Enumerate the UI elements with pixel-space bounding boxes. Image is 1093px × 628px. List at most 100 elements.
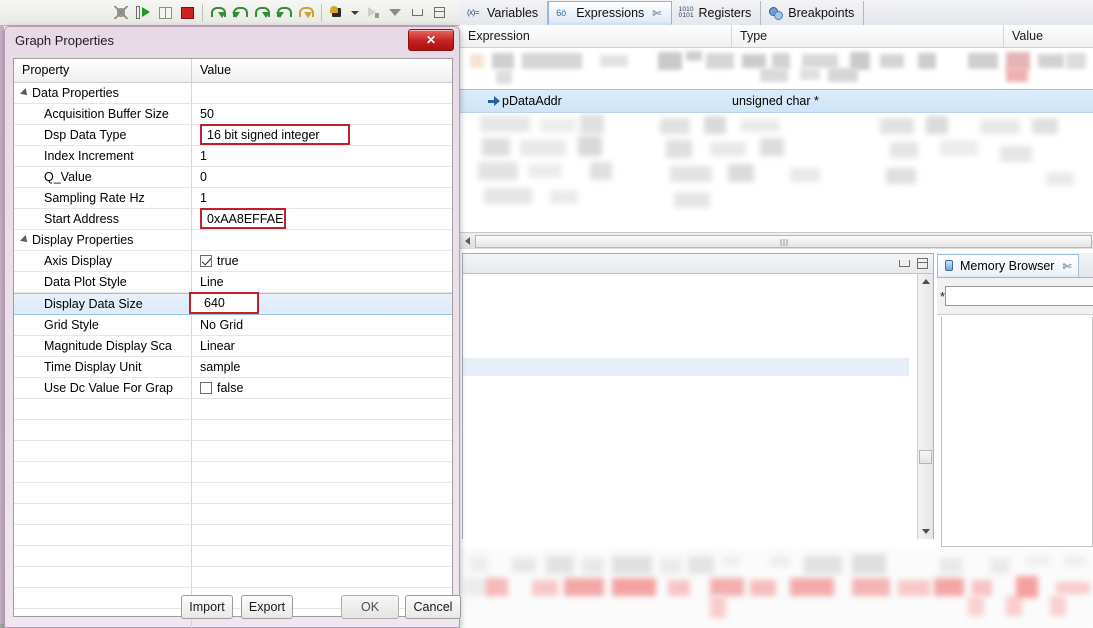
terminate-button[interactable] — [176, 2, 198, 23]
collapse-triangle-icon[interactable] — [20, 88, 30, 98]
property-row-axis-display[interactable]: Axis Display true — [14, 251, 452, 272]
step-over-button[interactable] — [229, 2, 251, 23]
property-row-time-display-unit[interactable]: Time Display Unit sample — [14, 357, 452, 378]
value-cell[interactable]: true — [192, 251, 452, 271]
editor-scroll-thumb[interactable] — [919, 450, 932, 464]
expressions-horizontal-scrollbar[interactable] — [460, 232, 1093, 249]
property-row-grid-style[interactable]: Grid Style No Grid — [14, 315, 452, 336]
maximize-button[interactable] — [428, 2, 450, 23]
value-cell[interactable]: false — [192, 378, 452, 398]
suspend-button[interactable] — [154, 2, 176, 23]
dialog-titlebar[interactable]: Graph Properties ✕ — [5, 27, 459, 54]
column-expression[interactable]: Expression — [460, 25, 732, 47]
expressions-icon: 6ӧ — [556, 8, 567, 18]
export-button[interactable]: Export — [241, 595, 293, 619]
value-cell[interactable]: sample — [192, 357, 452, 377]
group-row-display-properties[interactable]: Display Properties — [14, 230, 452, 251]
ok-button[interactable]: OK — [341, 595, 399, 619]
cancel-label: Cancel — [413, 600, 453, 614]
property-row-start-address[interactable]: Start Address 0xAA8EFFAE — [14, 208, 452, 230]
property-label: Grid Style — [14, 315, 192, 335]
ok-label: OK — [360, 600, 380, 614]
close-icon[interactable]: ✄ — [1062, 260, 1071, 273]
memory-browser-panel: Memory Browser ✄ * — [937, 253, 1093, 547]
header-property[interactable]: Property — [14, 59, 192, 82]
property-row-q-value[interactable]: Q_Value 0 — [14, 167, 452, 188]
axis-display-checkbox[interactable] — [200, 255, 212, 267]
empty-row — [14, 525, 452, 546]
tab-memory-browser[interactable]: Memory Browser ✄ — [937, 254, 1079, 277]
skip-all-breakpoints-button[interactable] — [110, 2, 132, 23]
maximize-view-icon — [433, 7, 445, 18]
memory-content-area[interactable] — [941, 317, 1093, 547]
property-row-data-plot-style[interactable]: Data Plot Style Line — [14, 272, 452, 293]
property-label: Data Properties — [32, 86, 119, 100]
value-cell[interactable]: 1 — [192, 188, 452, 208]
editor-view-toolbar — [463, 254, 933, 274]
tab-expressions[interactable]: 6ӧ Expressions ✄ — [548, 1, 672, 25]
property-label: Display Properties — [32, 233, 134, 247]
connect-target-dropdown[interactable] — [348, 2, 362, 23]
view-menu-button[interactable] — [384, 2, 406, 23]
memory-address-input[interactable] — [945, 286, 1093, 306]
step-into-button[interactable] — [207, 2, 229, 23]
editor-selected-row[interactable] — [463, 358, 909, 376]
close-icon[interactable]: ✄ — [652, 7, 661, 20]
tab-breakpoints[interactable]: Breakpoints — [761, 1, 865, 25]
minimize-icon[interactable] — [899, 260, 910, 267]
restart-button[interactable] — [295, 2, 317, 23]
import-button[interactable]: Import — [181, 595, 233, 619]
value-cell[interactable]: Linear — [192, 336, 452, 356]
tab-variables-label: Variables — [487, 6, 539, 20]
editor-content[interactable] — [463, 274, 933, 539]
tab-registers[interactable]: 1010 0101 Registers — [672, 1, 762, 25]
use-dc-value-checkbox[interactable] — [200, 382, 212, 394]
empty-row — [14, 567, 452, 588]
property-label: Start Address — [14, 209, 192, 229]
tab-breakpoints-label: Breakpoints — [788, 6, 855, 20]
column-type[interactable]: Type — [732, 25, 1004, 47]
value-cell[interactable]: Line — [192, 272, 452, 292]
cancel-button[interactable]: Cancel — [405, 595, 461, 619]
toolbar-separator — [202, 3, 203, 22]
resume-button[interactable] — [132, 2, 154, 23]
minimize-button[interactable] — [406, 2, 428, 23]
value-cell[interactable]: No Grid — [192, 315, 452, 335]
scroll-thumb[interactable] — [475, 234, 1092, 248]
collapse-triangle-icon[interactable] — [20, 235, 30, 245]
expression-row-pdataaddr[interactable]: pDataAddr unsigned char * — [460, 89, 1093, 113]
registers-icon: 1010 0101 — [678, 5, 694, 19]
dsp-data-type-highlight: 16 bit signed integer — [200, 124, 350, 145]
step-return-button[interactable] — [251, 2, 273, 23]
property-row-dsp-data-type[interactable]: Dsp Data Type 16 bit signed integer — [14, 124, 452, 146]
scroll-up-icon[interactable] — [922, 279, 930, 284]
value-cell[interactable] — [192, 83, 452, 103]
start-address-highlight: 0xAA8EFFAE — [200, 208, 286, 229]
maximize-icon[interactable] — [917, 258, 928, 269]
property-row-sampling-rate-hz[interactable]: Sampling Rate Hz 1 — [14, 188, 452, 209]
property-row-magnitude-display-scale[interactable]: Magnitude Display Sca Linear — [14, 336, 452, 357]
cast-button[interactable] — [362, 2, 384, 23]
group-row-data-properties[interactable]: Data Properties — [14, 83, 452, 104]
value-cell[interactable]: 0 — [192, 167, 452, 187]
header-value[interactable]: Value — [192, 59, 452, 82]
value-cell[interactable]: 1 — [192, 146, 452, 166]
value-cell[interactable]: 50 — [192, 104, 452, 124]
editor-vertical-scrollbar[interactable] — [917, 274, 933, 539]
connect-target-button[interactable] — [326, 2, 348, 23]
value-cell[interactable] — [192, 230, 452, 250]
dialog-close-button[interactable]: ✕ — [408, 29, 454, 51]
breakpoints-icon — [768, 6, 784, 20]
property-row-display-data-size[interactable]: Display Data Size 640 — [14, 292, 452, 315]
minimize-view-icon — [411, 9, 423, 16]
property-row-use-dc-value-for-graph[interactable]: Use Dc Value For Grap false — [14, 378, 452, 399]
tab-variables[interactable]: (x)= Variables — [460, 1, 549, 25]
step-back-button[interactable] — [273, 2, 295, 23]
restart-icon — [298, 6, 314, 20]
property-row-index-increment[interactable]: Index Increment 1 — [14, 146, 452, 167]
scroll-down-icon[interactable] — [922, 529, 930, 534]
property-row-acquisition-buffer-size[interactable]: Acquisition Buffer Size 50 — [14, 104, 452, 125]
column-value[interactable]: Value — [1004, 25, 1093, 47]
expressions-column-header: Expression Type Value — [460, 25, 1093, 48]
scroll-left-button[interactable] — [460, 234, 474, 248]
